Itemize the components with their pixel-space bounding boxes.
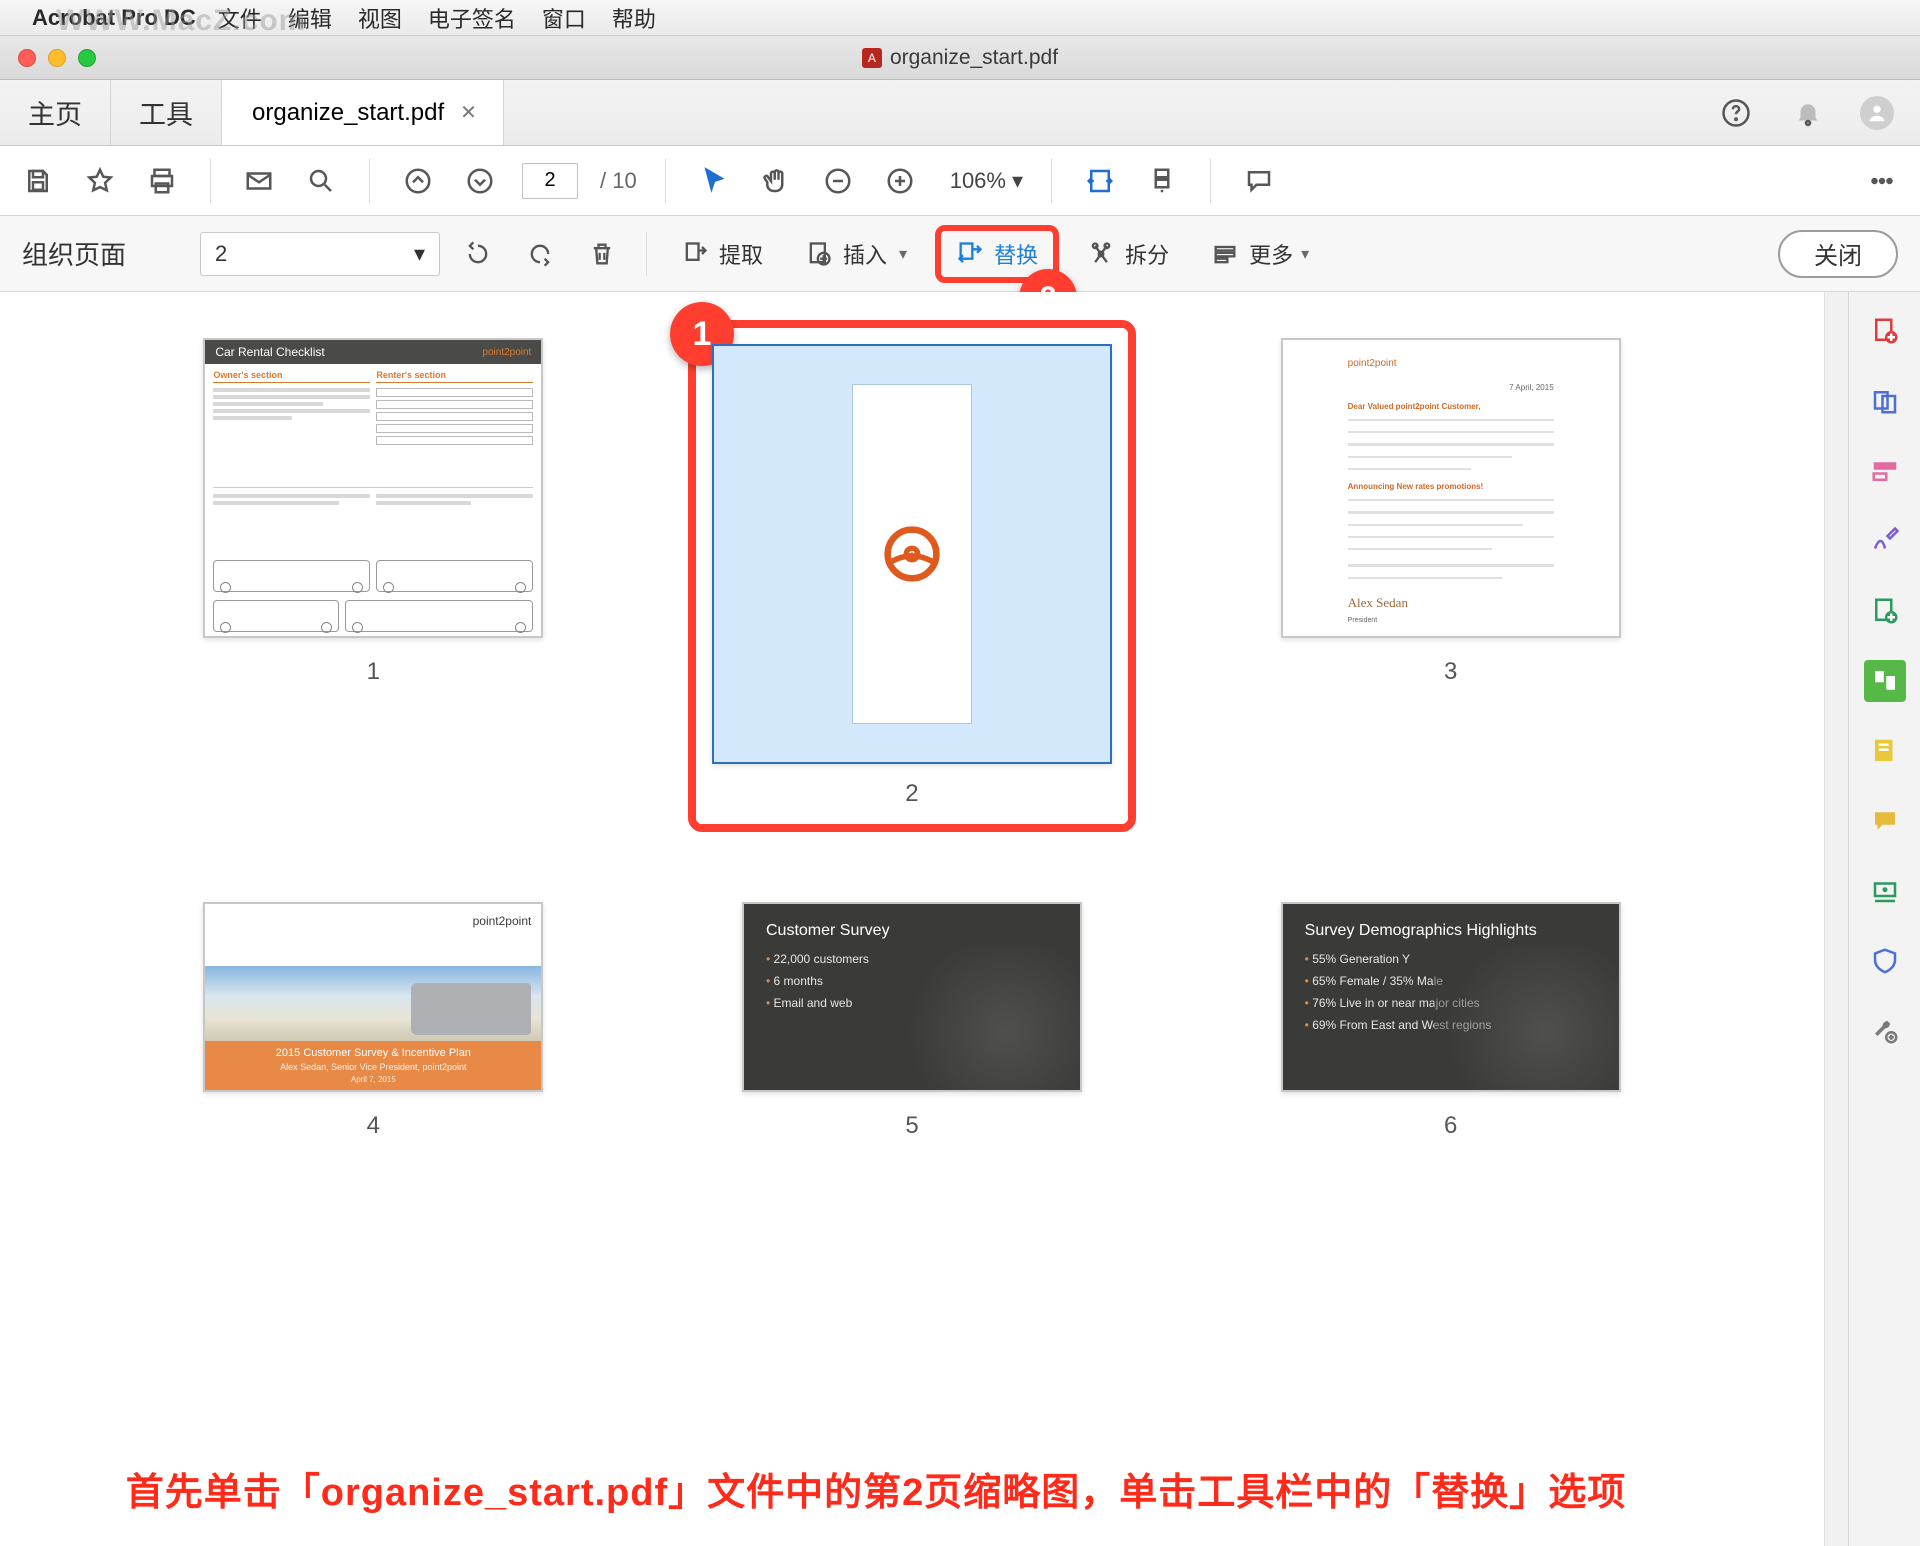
traffic-lights	[18, 49, 96, 67]
page-thumbnail-3[interactable]: point2point 7 April, 2015 Dear Valued po…	[1209, 338, 1692, 832]
create-pdf-icon[interactable]	[1864, 310, 1906, 352]
page-number: 2	[696, 780, 1128, 808]
workspace: Car Rental Checklistpoint2point Owner's …	[0, 292, 1920, 1546]
protect-icon[interactable]	[1864, 940, 1906, 982]
star-icon[interactable]	[80, 161, 120, 201]
comment-icon[interactable]	[1239, 161, 1279, 201]
mac-menubar: Acrobat Pro DC 文件 编辑 视图 电子签名 窗口 帮助	[0, 0, 1920, 36]
thumbnail-area[interactable]: Car Rental Checklistpoint2point Owner's …	[0, 292, 1824, 1546]
scan-icon[interactable]	[1864, 870, 1906, 912]
tab-document[interactable]: organize_start.pdf ✕	[222, 80, 504, 145]
page-number: 3	[1444, 658, 1457, 686]
menu-window[interactable]: 窗口	[542, 2, 586, 34]
close-button[interactable]: 关闭	[1778, 230, 1898, 278]
search-icon[interactable]	[301, 161, 341, 201]
save-icon[interactable]	[18, 161, 58, 201]
maximize-window-icon[interactable]	[78, 49, 96, 67]
insert-button[interactable]: 插入▾	[791, 232, 921, 276]
tab-document-label: organize_start.pdf	[252, 99, 444, 127]
page-select-dropdown[interactable]: 2 ▾	[200, 232, 440, 276]
menu-view[interactable]: 视图	[358, 2, 402, 34]
vertical-scrollbar[interactable]	[1824, 292, 1848, 1546]
more-tools-rail-icon[interactable]	[1864, 1010, 1906, 1052]
export-pdf-icon[interactable]	[1864, 590, 1906, 632]
zoom-in-icon[interactable]	[880, 161, 920, 201]
instruction-caption: 首先单击「organize_start.pdf」文件中的第2页缩略图，单击工具栏…	[0, 1461, 1752, 1516]
menu-edit[interactable]: 编辑	[288, 2, 332, 34]
hand-icon[interactable]	[756, 161, 796, 201]
chat-icon[interactable]	[1864, 800, 1906, 842]
page-number: 5	[905, 1112, 918, 1140]
organize-title: 组织页面	[22, 235, 126, 272]
organize-pages-icon[interactable]	[1864, 660, 1906, 702]
chevron-down-icon: ▾	[1012, 168, 1023, 194]
comment-tool-icon[interactable]	[1864, 730, 1906, 772]
chevron-down-icon: ▾	[414, 241, 425, 267]
page-thumbnail-2[interactable]: 1 2 2	[671, 338, 1154, 832]
more-button[interactable]: 更多▾	[1197, 232, 1323, 276]
page-number-input[interactable]	[522, 163, 578, 199]
delete-button[interactable]	[578, 232, 626, 276]
window-title-text: organize_start.pdf	[890, 46, 1058, 70]
zoom-level[interactable]: 106% ▾	[950, 168, 1023, 194]
page-thumbnail-5[interactable]: Customer Survey 22,000 customers6 months…	[671, 902, 1154, 1140]
scroll-mode-icon[interactable]	[1142, 161, 1182, 201]
page-down-icon[interactable]	[460, 161, 500, 201]
tab-tools[interactable]: 工具	[111, 80, 222, 145]
page-thumbnail-6[interactable]: Survey Demographics Highlights 55% Gener…	[1209, 902, 1692, 1140]
split-button[interactable]: 拆分	[1073, 232, 1183, 276]
bell-icon[interactable]	[1788, 93, 1828, 133]
extract-button[interactable]: 提取	[667, 232, 777, 276]
more-tools-icon[interactable]	[1862, 161, 1902, 201]
tab-home[interactable]: 主页	[0, 80, 111, 145]
page-thumbnail-1[interactable]: Car Rental Checklistpoint2point Owner's …	[132, 338, 615, 832]
page-number: 1	[367, 658, 380, 686]
right-tool-rail	[1848, 292, 1920, 1546]
menu-esign[interactable]: 电子签名	[428, 2, 516, 34]
chevron-down-icon: ▾	[899, 244, 907, 264]
minimize-window-icon[interactable]	[48, 49, 66, 67]
close-window-icon[interactable]	[18, 49, 36, 67]
replace-highlight: 替换 2	[935, 225, 1059, 283]
replace-button[interactable]: 替换	[942, 232, 1052, 276]
menu-file[interactable]: 文件	[218, 2, 262, 34]
steering-wheel-icon: 2	[882, 524, 942, 584]
zoom-out-icon[interactable]	[818, 161, 858, 201]
menu-help[interactable]: 帮助	[612, 2, 656, 34]
tab-bar: 主页 工具 organize_start.pdf ✕	[0, 80, 1920, 146]
window-titlebar: A organize_start.pdf	[0, 36, 1920, 80]
organize-toolbar: 组织页面 2 ▾ 提取 插入▾ 替换 2 拆分 更多▾ 关闭	[0, 216, 1920, 292]
mail-icon[interactable]	[239, 161, 279, 201]
main-toolbar: / 10 106% ▾	[0, 146, 1920, 216]
rotate-ccw-button[interactable]	[454, 232, 502, 276]
page-number: 4	[367, 1112, 380, 1140]
page-up-icon[interactable]	[398, 161, 438, 201]
page-total: / 10	[600, 168, 637, 194]
combine-files-icon[interactable]	[1864, 380, 1906, 422]
fit-width-icon[interactable]	[1080, 161, 1120, 201]
page-number: 6	[1444, 1112, 1457, 1140]
sign-icon[interactable]	[1864, 520, 1906, 562]
window-title: A organize_start.pdf	[0, 46, 1920, 70]
help-icon[interactable]	[1716, 93, 1756, 133]
edit-pdf-icon[interactable]	[1864, 450, 1906, 492]
account-avatar-icon[interactable]	[1860, 96, 1894, 130]
app-name[interactable]: Acrobat Pro DC	[32, 5, 196, 31]
rotate-cw-button[interactable]	[516, 232, 564, 276]
close-tab-icon[interactable]: ✕	[460, 100, 477, 125]
page-thumbnail-4[interactable]: point2point 2015 Customer Survey & Incen…	[132, 902, 615, 1140]
pointer-icon[interactable]	[694, 161, 734, 201]
pdf-icon: A	[862, 48, 882, 68]
chevron-down-icon: ▾	[1301, 244, 1309, 264]
print-icon[interactable]	[142, 161, 182, 201]
